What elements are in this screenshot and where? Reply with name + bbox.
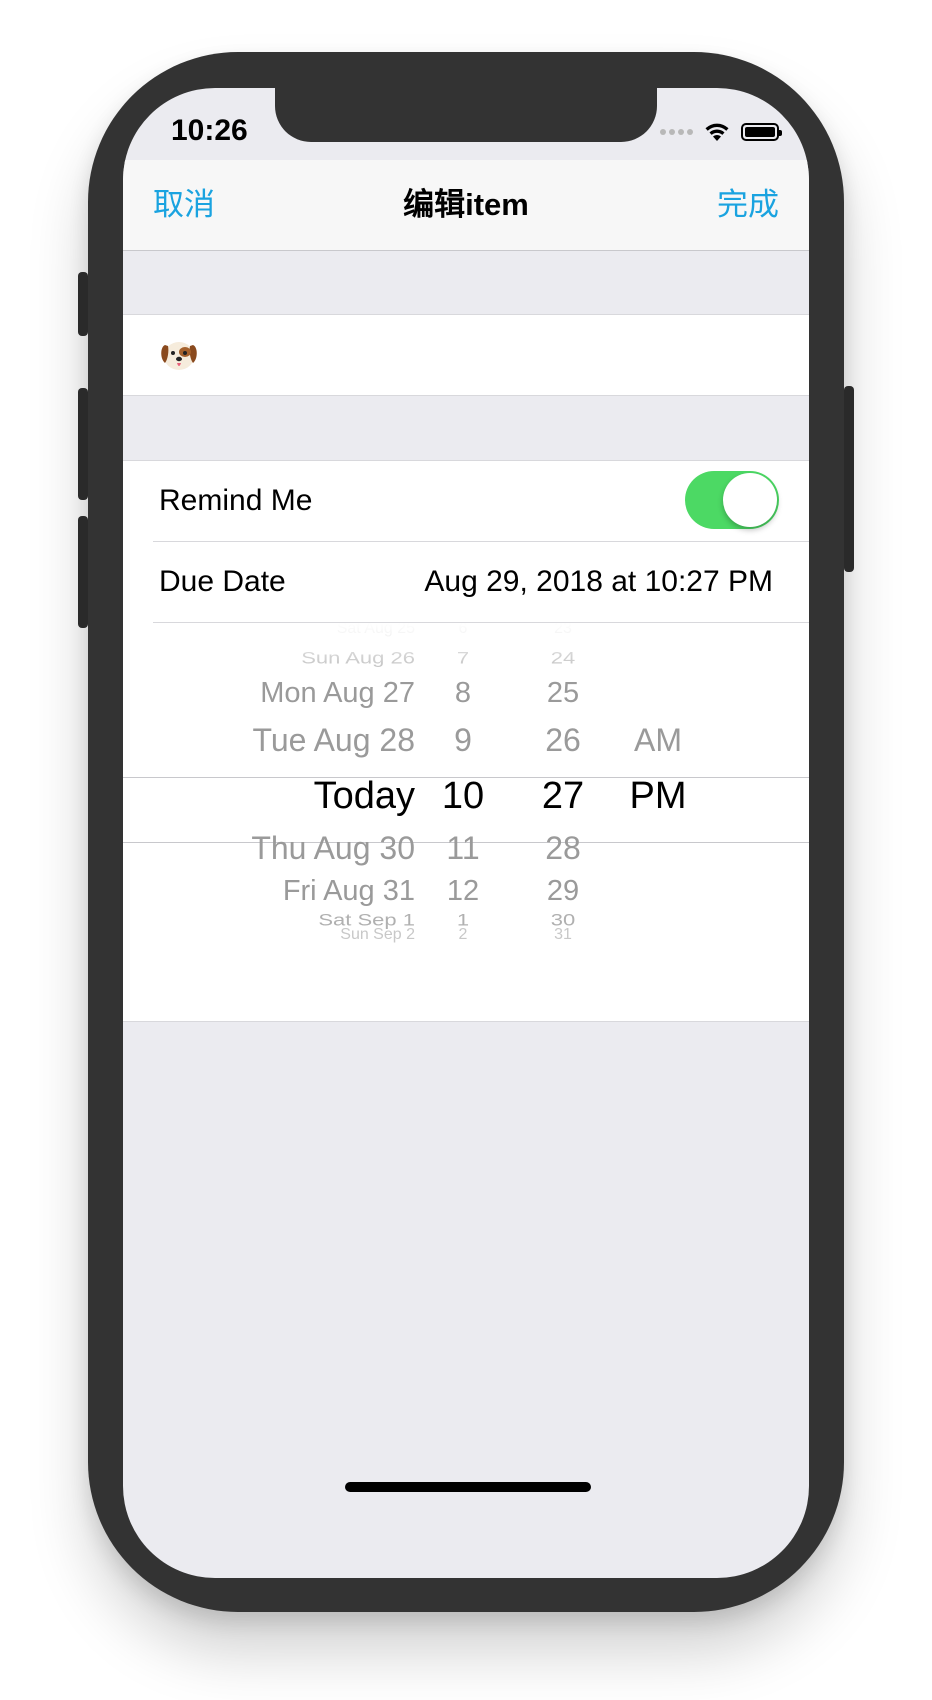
notch xyxy=(275,88,657,142)
picker-hour-item[interactable]: 10 xyxy=(423,775,503,817)
picker-minute-item[interactable]: 26 xyxy=(523,722,603,758)
remind-me-label: Remind Me xyxy=(159,484,313,517)
home-indicator xyxy=(345,1482,591,1492)
screen: 10:26 取消 编辑item 完成 Remind Me Due Date Au… xyxy=(123,88,809,1578)
power-button xyxy=(844,386,854,572)
picker-hour-item[interactable]: 11 xyxy=(423,830,503,866)
picker-date-item[interactable]: Tue Aug 28 xyxy=(253,722,416,758)
battery-icon xyxy=(741,123,782,141)
navigation-bar: 取消 编辑item 完成 xyxy=(123,160,809,251)
toggle-knob xyxy=(723,473,777,527)
due-date-cell[interactable]: Due Date Aug 29, 2018 at 10:27 PM xyxy=(123,542,809,622)
volume-up-button xyxy=(78,388,88,500)
picker-hour-item[interactable]: 2 xyxy=(423,925,503,945)
volume-down-button xyxy=(78,516,88,628)
remind-me-toggle[interactable] xyxy=(685,471,779,529)
picker-date-item[interactable]: Fri Aug 31 xyxy=(283,875,415,908)
item-icon-row[interactable] xyxy=(123,314,809,396)
picker-minute-item[interactable]: 28 xyxy=(523,830,603,866)
picker-date-item[interactable]: Sun Sep 2 xyxy=(340,925,415,945)
picker-hour-item[interactable]: 12 xyxy=(423,875,503,908)
wifi-icon xyxy=(705,123,729,141)
page-title: 编辑item xyxy=(403,187,529,222)
remind-me-cell: Remind Me xyxy=(123,461,809,541)
mute-switch xyxy=(78,272,88,336)
picker-fade-bottom xyxy=(123,953,809,1013)
due-date-label: Due Date xyxy=(159,565,286,598)
picker-hour-item[interactable]: 9 xyxy=(423,722,503,758)
done-button[interactable]: 完成 xyxy=(717,160,779,250)
cellular-signal-icon xyxy=(660,129,693,135)
status-icons xyxy=(660,118,782,146)
picker-minute-item[interactable]: 31 xyxy=(523,925,603,945)
picker-ampm-item[interactable]: PM xyxy=(613,775,703,817)
dog-face-icon xyxy=(161,342,197,370)
picker-fade-top xyxy=(123,623,809,683)
picker-minute-item[interactable]: 27 xyxy=(523,775,603,817)
date-time-picker[interactable]: Sat Aug 25Sun Aug 26Mon Aug 27Tue Aug 28… xyxy=(123,623,809,1013)
picker-minute-item[interactable]: 29 xyxy=(523,875,603,908)
status-time: 10:26 xyxy=(171,114,248,147)
picker-date-item[interactable]: Thu Aug 30 xyxy=(251,830,415,866)
picker-ampm-item[interactable]: AM xyxy=(613,722,703,758)
picker-date-item[interactable]: Today xyxy=(314,775,415,817)
reminder-section: Remind Me Due Date Aug 29, 2018 at 10:27… xyxy=(123,460,809,1022)
due-date-value: Aug 29, 2018 at 10:27 PM xyxy=(424,565,773,598)
